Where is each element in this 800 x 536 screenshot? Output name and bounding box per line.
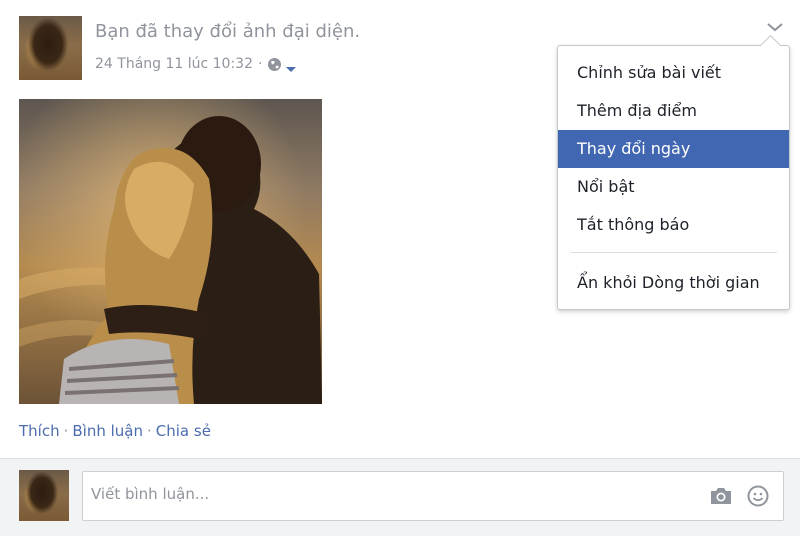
comment-placeholder: Viết bình luận... [91, 485, 210, 503]
profile-avatar[interactable] [19, 16, 82, 80]
camera-icon[interactable] [709, 486, 733, 506]
action-separator: · [63, 422, 69, 440]
share-link[interactable]: Chia sẻ [156, 422, 211, 440]
emoji-icon[interactable] [747, 485, 769, 507]
post-actions: Thích · Bình luận · Chia sẻ [19, 422, 211, 440]
post-timestamp[interactable]: 24 Tháng 11 lúc 10:32 [95, 56, 253, 72]
post-photo[interactable] [19, 99, 322, 404]
caret-down-icon[interactable] [285, 59, 297, 72]
menu-divider [570, 252, 777, 253]
meta-separator: · [258, 56, 263, 72]
commenter-avatar[interactable] [19, 470, 69, 521]
post-options-menu: Chỉnh sửa bài viết Thêm địa điểm Thay đổ… [557, 34, 790, 310]
comment-link[interactable]: Bình luận [72, 422, 143, 440]
menu-item-turn-off-notifications[interactable]: Tắt thông báo [558, 206, 789, 244]
comment-input[interactable]: Viết bình luận... [82, 471, 784, 521]
menu-item-add-location[interactable]: Thêm địa điểm [558, 92, 789, 130]
like-link[interactable]: Thích [19, 422, 60, 440]
chevron-down-icon[interactable] [764, 18, 786, 36]
globe-icon[interactable] [267, 57, 282, 72]
post-story-text: Bạn đã thay đổi ảnh đại diện. [95, 21, 361, 42]
post-meta: 24 Tháng 11 lúc 10:32 · [95, 54, 297, 74]
menu-item-change-date[interactable]: Thay đổi ngày [558, 130, 789, 168]
menu-item-edit-post[interactable]: Chỉnh sửa bài viết [558, 54, 789, 92]
action-separator: · [147, 422, 152, 440]
menu-item-highlight[interactable]: Nổi bật [558, 168, 789, 206]
menu-item-hide-from-timeline[interactable]: Ẩn khỏi Dòng thời gian [558, 264, 789, 302]
